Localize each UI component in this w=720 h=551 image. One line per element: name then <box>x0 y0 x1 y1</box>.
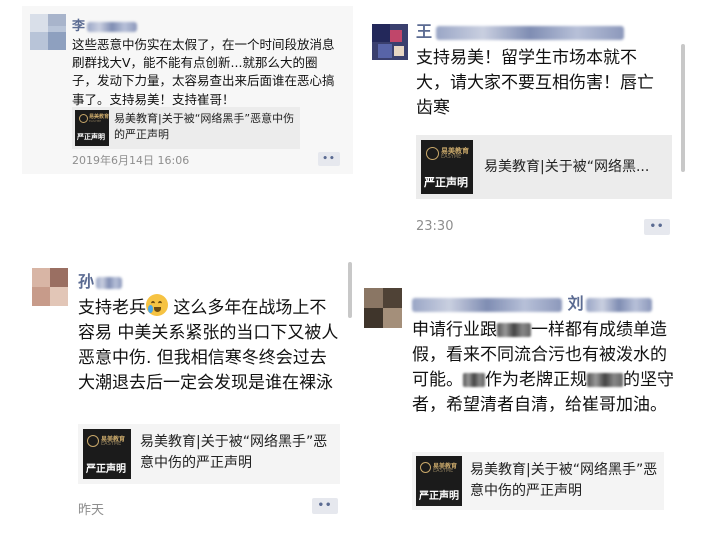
avatar[interactable] <box>364 288 402 328</box>
scrollbar[interactable] <box>681 44 685 172</box>
redacted-text <box>587 373 623 387</box>
commenter-name[interactable]: 孙 <box>78 268 123 292</box>
comment-text-part: 作为老牌正规 <box>485 370 587 390</box>
timestamp: 2019年6月14日 16:06 <box>72 154 190 167</box>
logo-sub: EASYME <box>101 441 122 447</box>
article-title: 易美教育|关于被“网络黑手”恶意中伤的严正声明 <box>470 462 658 499</box>
shared-article-card[interactable]: 易美教育 EASYME 严正声明 易美教育|关于被“网络黑手”恶意中伤的严正声明 <box>72 107 300 149</box>
redacted-text <box>463 373 485 387</box>
stamp-text: 严正声明 <box>424 176 468 189</box>
comment-text: 支持老兵 这么多年在战场上不容易 中美关系紧张的当口下又被人恶意中伤. 但我相信… <box>78 294 340 396</box>
redacted-name <box>412 297 562 312</box>
redacted-name <box>87 21 138 32</box>
stamp-text: 严正声明 <box>77 133 105 141</box>
logo-icon <box>426 147 439 160</box>
more-dots-icon[interactable]: •• <box>644 219 670 235</box>
comment-text-part: 申请行业跟 <box>412 320 497 340</box>
comment-text: 支持易美！留学生市场本就不大，请大家不要互相伤害！唇亡齿寒 <box>416 48 654 118</box>
more-dots-icon[interactable]: •• <box>312 498 338 514</box>
article-title: 易美教育|关于被“网络黑手”恶意中伤的严正声明 <box>114 112 295 141</box>
comment-text-part: 支持老兵 <box>78 298 146 318</box>
logo-icon <box>420 462 431 473</box>
article-title: 易美教育|关于被“网络黑手”恶意中伤的严正声明 <box>140 434 328 471</box>
comment-text: 申请行业跟 一样都有成绩单造假，看来不同流合污也有被泼水的可能。 作为老牌正规 的坚守… <box>412 318 674 418</box>
comment-card-1: 李 这些恶意中伤实在太假了，在一个时间段放消息刷群找大V，能不能有点创新...就… <box>22 6 353 174</box>
shared-article-card[interactable]: 易美教育 EASYME 严正声明 易美教育|关于被“网络黑手”恶意中伤的严正声明 <box>78 424 340 484</box>
comment-card-3: 孙 支持老兵 这么多年在战场上不容易 中美关系紧张的当口下又被人恶意中伤. 但我… <box>22 258 354 530</box>
stamp-text: 严正声明 <box>86 464 126 475</box>
logo-sub: EASYME <box>433 468 454 474</box>
article-thumbnail: 易美教育 EASYME 严正声明 <box>416 456 462 506</box>
scrollbar[interactable] <box>348 262 352 318</box>
article-thumbnail: 易美教育 EASYME 严正声明 <box>421 140 473 194</box>
commenter-name[interactable]: 刘 <box>412 290 652 314</box>
redacted-name <box>436 25 625 40</box>
commenter-name[interactable]: 王 <box>416 18 625 42</box>
comment-text: 这些恶意中伤实在太假了，在一个时间段放消息刷群找大V，能不能有点创新...就那么… <box>72 37 335 107</box>
redacted-name <box>585 297 652 312</box>
crying-laughing-emoji-icon <box>146 294 168 316</box>
more-dots-icon[interactable]: •• <box>318 152 340 166</box>
article-thumbnail: 易美教育 EASYME 严正声明 <box>75 110 109 146</box>
article-thumbnail: 易美教育 EASYME 严正声明 <box>83 429 131 479</box>
redacted-name <box>96 276 123 289</box>
shared-article-card[interactable]: 易美教育 EASYME 严正声明 易美教育|关于被“网络黑手”恶意中伤的严正声明 <box>412 452 664 510</box>
logo-sub: EASYME <box>89 119 102 123</box>
logo-icon <box>87 435 99 447</box>
comment-card-2: 王 支持易美！留学生市场本就不大，请大家不要互相伤害！唇亡齿寒 易美教育 EAS… <box>368 0 686 251</box>
avatar[interactable] <box>30 14 66 50</box>
commenter-name[interactable]: 李 <box>72 15 138 34</box>
stamp-text: 严正声明 <box>419 491 459 502</box>
article-title: 易美教育|关于被“网络黑... <box>484 159 650 175</box>
logo-sub: EASYME <box>441 154 462 160</box>
logo-icon <box>79 114 88 123</box>
redacted-text <box>497 323 531 337</box>
avatar[interactable] <box>372 24 408 60</box>
timestamp: 23:30 <box>416 219 454 234</box>
shared-article-card[interactable]: 易美教育 EASYME 严正声明 易美教育|关于被“网络黑... <box>416 135 672 199</box>
avatar[interactable] <box>32 268 68 306</box>
timestamp: 昨天 <box>78 503 105 518</box>
comment-card-4: 刘 申请行业跟 一样都有成绩单造假，看来不同流合污也有被泼水的可能。 作为老牌正规的… <box>364 272 680 522</box>
